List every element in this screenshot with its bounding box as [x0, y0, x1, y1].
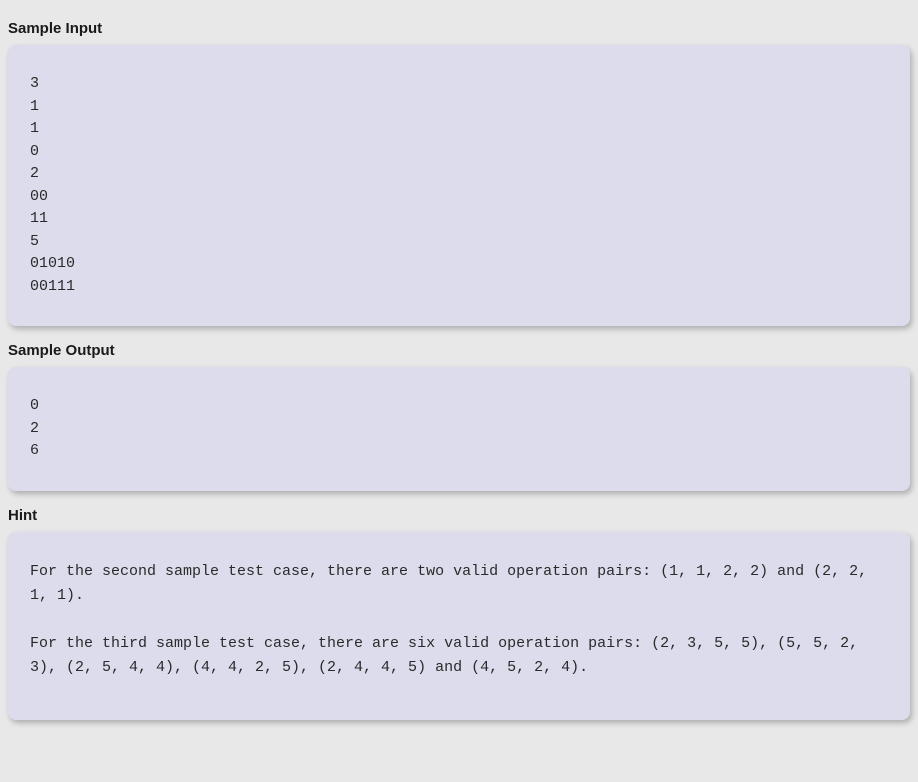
sample-input-content: 3 1 1 0 2 00 11 5 01010 00111 — [30, 73, 888, 298]
sample-input-box: 3 1 1 0 2 00 11 5 01010 00111 — [8, 45, 910, 326]
sample-output-heading: Sample Output — [8, 342, 910, 359]
hint-content: For the second sample test case, there a… — [30, 560, 888, 680]
sample-output-content: 0 2 6 — [30, 395, 888, 463]
hint-box: For the second sample test case, there a… — [8, 532, 910, 720]
hint-heading: Hint — [8, 507, 910, 524]
sample-output-box: 0 2 6 — [8, 367, 910, 491]
sample-input-heading: Sample Input — [8, 20, 910, 37]
